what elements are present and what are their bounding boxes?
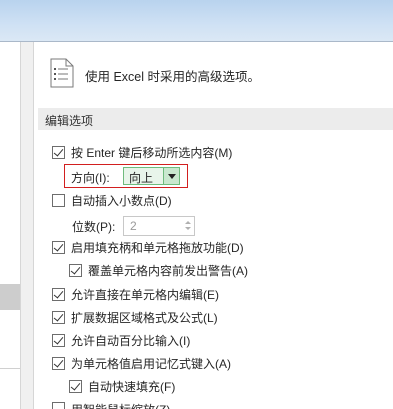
spin-down-icon[interactable] [184, 225, 192, 233]
intellimouse-checkbox[interactable] [52, 402, 65, 409]
auto-percent-label: 允许自动百分比输入(I) [71, 333, 191, 348]
enter-move-option[interactable]: 按 Enter 键后移动所选内容(M) [52, 143, 232, 161]
extend-formats-option[interactable]: 扩展数据区域格式及公式(L) [52, 308, 218, 326]
fill-handle-option[interactable]: 启用填充柄和单元格拖放功能(D) [52, 238, 244, 256]
options-page-icon [50, 58, 74, 88]
advanced-options-panel: 使用 Excel 时采用的高级选项。 编辑选项 按 Enter 键后移动所选内容… [35, 42, 393, 409]
direction-value: 向上 [129, 171, 154, 185]
autocomplete-option[interactable]: 为单元格值启用记忆式键入(A) [52, 354, 231, 372]
fill-handle-checkbox[interactable] [52, 240, 65, 254]
enter-move-label: 按 Enter 键后移动所选内容(M) [71, 145, 233, 160]
pane-separator [20, 42, 34, 409]
flash-fill-option[interactable]: 自动快速填充(F) [69, 377, 175, 395]
dropdown-arrow-icon[interactable] [163, 168, 179, 184]
edit-in-cell-label: 允许直接在单元格内编辑(E) [71, 287, 219, 302]
section-title: 编辑选项 [45, 114, 94, 128]
section-header: 编辑选项 [38, 108, 393, 130]
intellimouse-label: 用智能鼠标缩放(Z) [71, 401, 170, 409]
category-divider [0, 368, 20, 369]
overwrite-alert-checkbox[interactable] [69, 263, 82, 277]
direction-select[interactable]: 向上 [123, 167, 180, 185]
auto-percent-checkbox[interactable] [52, 333, 65, 347]
flash-fill-checkbox[interactable] [69, 379, 82, 393]
overwrite-alert-option[interactable]: 覆盖单元格内容前发出警告(A) [69, 261, 248, 279]
enter-move-checkbox[interactable] [52, 145, 65, 159]
places-spinner[interactable]: 2 [123, 216, 195, 236]
auto-decimal-label: 自动插入小数点(D) [71, 193, 172, 208]
extend-formats-checkbox[interactable] [52, 310, 65, 324]
intellimouse-option[interactable]: 用智能鼠标缩放(Z) [52, 401, 170, 409]
overwrite-alert-label: 覆盖单元格内容前发出警告(A) [88, 263, 248, 278]
window-titlebar [0, 0, 393, 42]
extend-formats-label: 扩展数据区域格式及公式(L) [71, 310, 218, 325]
category-list [0, 42, 20, 409]
places-label: 位数(P): [72, 220, 116, 234]
direction-label: 方向(I): [71, 171, 110, 185]
autocomplete-label: 为单元格值启用记忆式键入(A) [71, 356, 231, 371]
auto-decimal-checkbox[interactable] [52, 193, 65, 207]
autocomplete-checkbox[interactable] [52, 356, 65, 370]
edit-in-cell-checkbox[interactable] [52, 287, 65, 301]
auto-percent-option[interactable]: 允许自动百分比输入(I) [52, 331, 190, 349]
auto-decimal-option[interactable]: 自动插入小数点(D) [52, 191, 172, 209]
fill-handle-label: 启用填充柄和单元格拖放功能(D) [71, 240, 244, 255]
direction-highlight: 方向(I): 向上 [64, 164, 188, 188]
flash-fill-label: 自动快速填充(F) [88, 379, 176, 394]
edit-in-cell-option[interactable]: 允许直接在单元格内编辑(E) [52, 285, 219, 303]
category-item-selected[interactable] [0, 284, 20, 310]
page-description: 使用 Excel 时采用的高级选项。 [85, 70, 261, 84]
places-value: 2 [130, 219, 137, 233]
